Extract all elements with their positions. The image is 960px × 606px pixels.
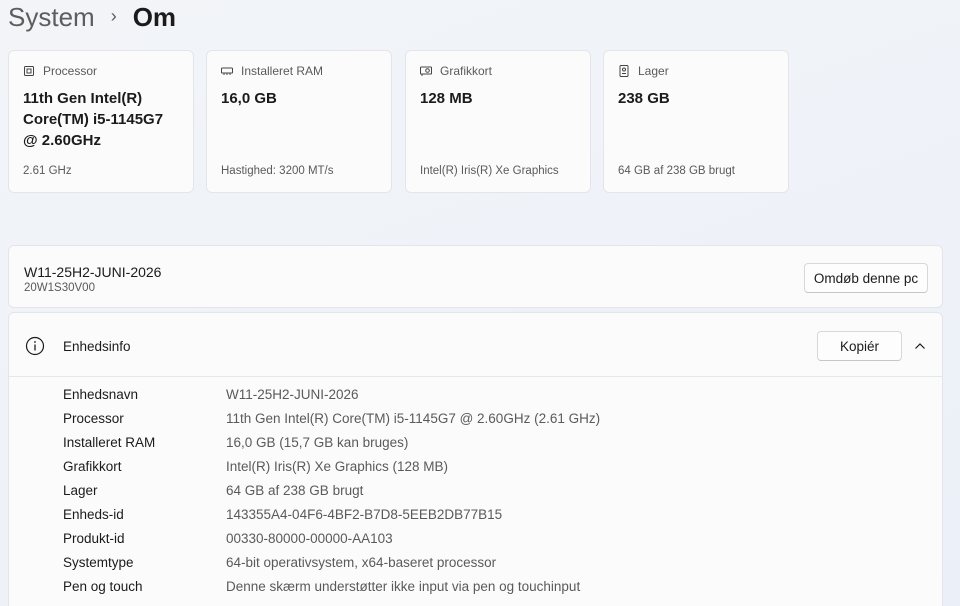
device-info-header[interactable]: Enhedsinfo Kopiér	[9, 313, 942, 377]
storage-icon	[619, 65, 629, 77]
copy-button[interactable]: Kopiér	[817, 331, 902, 361]
spec-label: Grafikkort	[63, 459, 122, 474]
storage-card-title: Lager	[638, 64, 669, 78]
pc-name: W11-25H2-JUNI-2026	[24, 264, 162, 280]
spec-value: Denne skærm understøtter ikke input via …	[226, 579, 581, 594]
spec-label: Produkt-id	[63, 531, 125, 546]
info-icon	[25, 336, 45, 356]
spec-value: 143355A4-04F6-4BF2-B7D8-5EEB2DB77B15	[226, 507, 503, 522]
spec-label: Enheds-id	[63, 507, 124, 522]
spec-label: Systemtype	[63, 555, 134, 570]
spec-row-device-id: Enheds-id 143355A4-04F6-4BF2-B7D8-5EEB2D…	[9, 505, 942, 529]
processor-card-value: 11th Gen Intel(R) Core(TM) i5-1145G7 @ 2…	[23, 90, 164, 149]
chevron-up-icon[interactable]	[913, 339, 927, 353]
ram-card-value: 16,0 GB	[221, 90, 277, 107]
spec-label: Lager	[63, 483, 98, 498]
graphics-card-icon	[420, 66, 432, 76]
spec-row-storage: Lager 64 GB af 238 GB brugt	[9, 481, 942, 505]
breadcrumb-system-link[interactable]: System	[8, 0, 95, 34]
ram-icon	[221, 67, 233, 75]
spec-label: Enhedsnavn	[63, 387, 139, 402]
ram-card: Installeret RAM 16,0 GB Hastighed: 3200 …	[206, 50, 392, 193]
storage-card: Lager 238 GB 64 GB af 238 GB brugt	[603, 50, 789, 193]
page-title: Om	[132, 2, 177, 32]
spec-label: Installeret RAM	[63, 435, 156, 450]
ram-card-title: Installeret RAM	[241, 64, 324, 78]
device-info-title: Enhedsinfo	[63, 339, 131, 354]
storage-card-value: 238 GB	[618, 90, 670, 107]
spec-value: 00330-80000-00000-AA103	[226, 531, 393, 546]
pc-name-panel: W11-25H2-JUNI-2026 20W1S30V00 Omdøb denn…	[8, 245, 943, 308]
spec-row-ram: Installeret RAM 16,0 GB (15,7 GB kan bru…	[9, 433, 942, 457]
processor-card: Processor 11th Gen Intel(R) Core(TM) i5-…	[8, 50, 194, 193]
spec-row-system-type: Systemtype 64-bit operativsystem, x64-ba…	[9, 553, 942, 577]
graphics-card-value: 128 MB	[420, 90, 473, 107]
breadcrumb-separator-icon: ›	[110, 6, 117, 26]
breadcrumb: System › Om	[8, 0, 176, 34]
spec-row-graphics: Grafikkort Intel(R) Iris(R) Xe Graphics …	[9, 457, 942, 481]
spec-value: W11-25H2-JUNI-2026	[226, 387, 359, 402]
spec-value: 11th Gen Intel(R) Core(TM) i5-1145G7 @ 2…	[226, 411, 601, 426]
processor-card-title: Processor	[43, 64, 98, 78]
spec-row-device-name: Enhedsnavn W11-25H2-JUNI-2026	[9, 385, 942, 409]
spec-label: Pen og touch	[63, 579, 143, 594]
spec-value: 64-bit operativsystem, x64-baseret proce…	[226, 555, 497, 570]
graphics-card-sub: Intel(R) Iris(R) Xe Graphics	[420, 165, 559, 177]
spec-value: 16,0 GB (15,7 GB kan bruges)	[226, 435, 409, 450]
spec-value: 64 GB af 238 GB brugt	[226, 483, 364, 498]
spec-value: Intel(R) Iris(R) Xe Graphics (128 MB)	[226, 459, 449, 474]
ram-card-sub: Hastighed: 3200 MT/s	[221, 165, 334, 177]
graphics-card: Grafikkort 128 MB Intel(R) Iris(R) Xe Gr…	[405, 50, 591, 193]
processor-card-sub: 2.61 GHz	[23, 165, 72, 177]
spec-row-product-id: Produkt-id 00330-80000-00000-AA103	[9, 529, 942, 553]
device-spec-list: Enhedsnavn W11-25H2-JUNI-2026 Processor …	[9, 385, 942, 601]
processor-icon	[24, 66, 34, 76]
pc-model: 20W1S30V00	[24, 282, 95, 294]
rename-pc-button[interactable]: Omdøb denne pc	[804, 263, 928, 293]
spec-row-pen-touch: Pen og touch Denne skærm understøtter ik…	[9, 577, 942, 601]
spec-row-processor: Processor 11th Gen Intel(R) Core(TM) i5-…	[9, 409, 942, 433]
storage-card-sub: 64 GB af 238 GB brugt	[618, 165, 735, 177]
graphics-card-title: Grafikkort	[440, 64, 493, 78]
device-info-panel: Enhedsinfo Kopiér Enhedsnavn W11-25H2-JU…	[8, 312, 943, 606]
spec-label: Processor	[63, 411, 124, 426]
